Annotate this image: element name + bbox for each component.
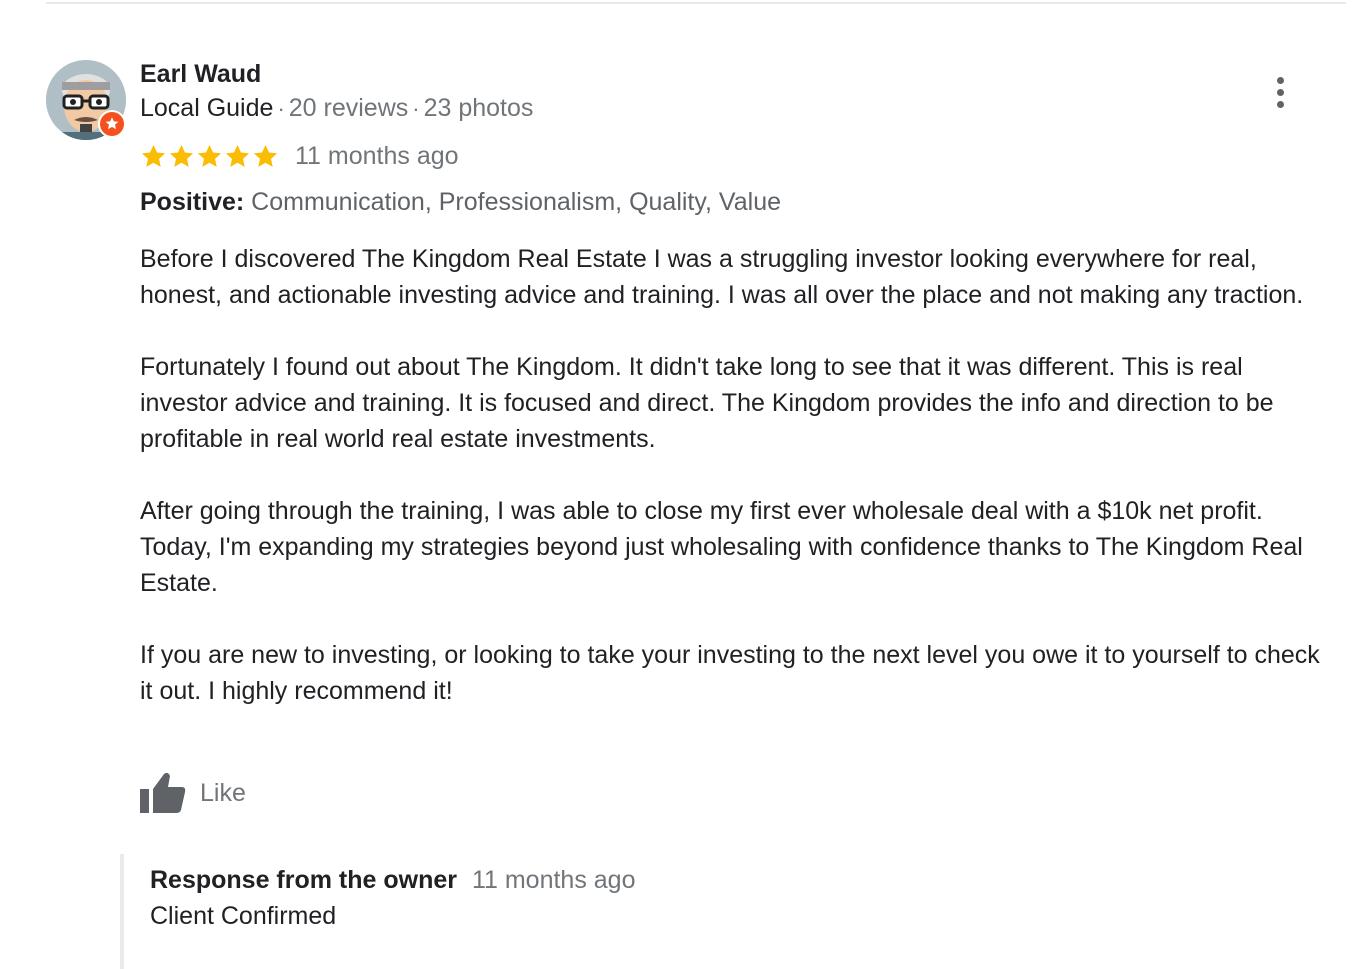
reviews-count: 20 reviews — [288, 94, 409, 122]
more-options-button[interactable] — [1262, 70, 1298, 114]
author-name[interactable]: Earl Waud — [140, 60, 261, 89]
local-guide-badge-icon — [98, 110, 126, 138]
star-icon — [169, 144, 194, 167]
star-icon — [197, 144, 222, 167]
meta-separator: · — [277, 96, 285, 121]
like-button[interactable]: Like — [140, 766, 246, 820]
review-paragraph: If you are new to investing, or looking … — [140, 641, 1320, 705]
author-meta: Local Guide · 20 reviews · 23 photos — [140, 94, 533, 123]
star-rating — [140, 143, 279, 170]
owner-response: Response from the owner 11 months ago Cl… — [120, 854, 1324, 969]
more-vert-icon — [1276, 76, 1284, 84]
review-text: Before I discovered The Kingdom Real Est… — [140, 241, 1335, 745]
highlights-label: Positive: — [140, 188, 245, 216]
like-label: Like — [200, 778, 246, 807]
star-icon — [253, 144, 278, 167]
local-guide-label: Local Guide — [140, 94, 274, 122]
owner-response-header: Response from the owner 11 months ago — [150, 866, 636, 895]
star-icon — [141, 144, 166, 167]
thumbs-up-icon — [140, 772, 186, 813]
owner-response-title: Response from the owner — [150, 866, 457, 894]
highlights-values: Communication, Professionalism, Quality,… — [251, 188, 782, 216]
photos-count: 23 photos — [423, 94, 534, 122]
review-date: 11 months ago — [295, 141, 459, 170]
review-paragraph: After going through the training, I was … — [140, 497, 1303, 597]
owner-response-date: 11 months ago — [471, 866, 636, 894]
review-highlights: Positive: Communication, Professionalism… — [140, 188, 781, 217]
rating-row: 11 months ago — [140, 140, 459, 172]
more-vert-icon-dot — [1276, 88, 1284, 96]
star-icon — [225, 144, 250, 167]
top-divider — [46, 2, 1346, 4]
review-paragraph: Fortunately I found out about The Kingdo… — [140, 353, 1274, 453]
meta-separator: · — [412, 96, 420, 121]
owner-response-text: Client Confirmed — [150, 902, 337, 930]
review-paragraph: Before I discovered The Kingdom Real Est… — [140, 245, 1304, 309]
avatar[interactable] — [46, 60, 126, 140]
more-vert-icon-dot — [1276, 100, 1284, 108]
